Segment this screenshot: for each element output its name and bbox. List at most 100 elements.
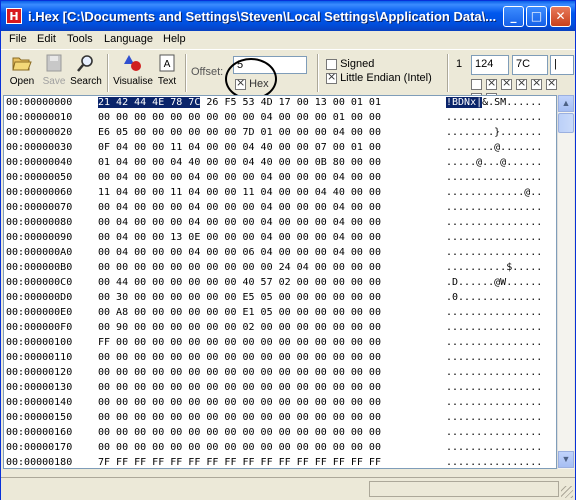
status-bar — [1, 477, 575, 500]
row-bytes[interactable]: 00 00 00 00 00 00 00 00 00 00 00 00 00 0… — [98, 367, 381, 378]
app-window: H i.Hex [C:\Documents and Settings\Steve… — [0, 0, 576, 500]
row-ascii[interactable]: .0.............. — [446, 292, 542, 303]
row-address: 00:000000F0 — [6, 322, 73, 333]
row-bytes[interactable]: FF 00 00 00 00 00 00 00 00 00 00 00 00 0… — [98, 337, 381, 348]
hex-view[interactable]: 00:00000000 21 42 44 4E 78 7C 26 F5 53 4D… — [3, 95, 557, 469]
row-bytes[interactable]: 00 00 00 00 00 00 00 00 00 00 00 00 00 0… — [98, 427, 381, 438]
row-ascii[interactable]: ................ — [446, 322, 542, 333]
row-ascii[interactable]: ................ — [446, 202, 542, 213]
row-bytes[interactable]: 00 04 00 00 13 0E 00 00 00 04 00 00 00 0… — [98, 232, 381, 243]
row-bytes[interactable]: 00 44 00 00 00 00 00 00 40 57 02 00 00 0… — [98, 277, 381, 288]
row-bytes[interactable]: 00 00 00 00 00 00 00 00 00 00 00 00 00 0… — [98, 412, 381, 423]
row-ascii[interactable]: .....@...@...... — [446, 157, 542, 168]
row-bytes[interactable]: 00 00 00 00 00 00 00 00 00 04 00 00 00 0… — [98, 112, 381, 123]
row-ascii[interactable]: ................ — [446, 247, 542, 258]
row-ascii[interactable]: ................ — [446, 412, 542, 423]
signed-checkbox-box[interactable] — [326, 58, 337, 70]
selected-bytes[interactable]: 21 42 44 4E 78 7C — [98, 97, 201, 108]
scroll-thumb[interactable] — [558, 113, 574, 133]
bit-checkbox-3[interactable] — [516, 76, 527, 90]
row-address: 00:000000D0 — [6, 292, 73, 303]
minimize-button[interactable]: _ — [503, 6, 524, 27]
bit-checkbox-1[interactable] — [486, 76, 497, 90]
row-ascii[interactable]: ................ — [446, 382, 542, 393]
row-ascii[interactable]: ................ — [446, 427, 542, 438]
menu-edit[interactable]: Edit — [37, 33, 56, 45]
row-bytes[interactable]: 00 00 00 00 00 00 00 00 00 00 00 00 00 0… — [98, 397, 381, 408]
menu-tools[interactable]: Tools — [67, 33, 93, 45]
row-ascii[interactable]: ..........$..... — [446, 262, 542, 273]
decimal-value-field[interactable]: 124 — [471, 55, 509, 75]
row-address: 00:00000040 — [6, 157, 73, 168]
row-bytes[interactable]: 00 04 00 00 00 04 00 00 06 04 00 00 00 0… — [98, 247, 381, 258]
hex-value-field[interactable]: 7C — [512, 55, 548, 75]
signed-label: Signed — [340, 58, 375, 70]
row-ascii[interactable]: ................ — [446, 307, 542, 318]
bit-checkbox-0[interactable] — [471, 79, 482, 90]
maximize-button[interactable]: □ — [526, 6, 547, 27]
menu-file[interactable]: File — [9, 33, 27, 45]
visualise-button[interactable]: Visualise — [113, 54, 153, 92]
row-bytes[interactable]: 7F FF FF FF FF FF FF FF FF FF FF FF FF F… — [98, 457, 381, 468]
row-ascii[interactable]: ................ — [446, 172, 542, 183]
row-bytes[interactable]: 00 04 00 00 00 04 00 00 00 04 00 00 00 0… — [98, 172, 381, 183]
title-bar[interactable]: H i.Hex [C:\Documents and Settings\Steve… — [1, 1, 575, 31]
row-ascii[interactable]: ................ — [446, 367, 542, 378]
signed-checkbox[interactable]: Signed — [326, 58, 374, 70]
app-icon[interactable]: H — [6, 8, 22, 24]
row-address: 00:00000090 — [6, 232, 73, 243]
save-button[interactable]: Save — [37, 54, 71, 92]
row-ascii[interactable]: ........}....... — [446, 127, 542, 138]
row-bytes[interactable]: 00 00 00 00 00 00 00 00 00 00 00 00 00 0… — [98, 442, 381, 453]
row-ascii[interactable]: !BDNx|&.SM...... — [446, 97, 542, 108]
row-ascii[interactable]: ................ — [446, 232, 542, 243]
bit-checkbox-5[interactable] — [546, 76, 557, 90]
scroll-down-button[interactable]: ▼ — [558, 451, 574, 468]
char-value-field[interactable]: | — [550, 55, 574, 75]
row-address: 00:00000150 — [6, 412, 73, 423]
row-bytes[interactable]: 0F 04 00 00 11 04 00 00 04 40 00 00 07 0… — [98, 142, 381, 153]
search-button[interactable]: Search — [69, 54, 103, 92]
row-ascii[interactable]: ................ — [446, 112, 542, 123]
row-bytes[interactable]: 00 A8 00 00 00 00 00 00 E1 05 00 00 00 0… — [98, 307, 381, 318]
row-address: 00:00000160 — [6, 427, 73, 438]
row-ascii[interactable]: ................ — [446, 352, 542, 363]
open-button[interactable]: Open — [5, 54, 39, 92]
row-bytes[interactable]: 00 04 00 00 00 04 00 00 00 04 00 00 00 0… — [98, 202, 381, 213]
menu-help[interactable]: Help — [163, 33, 186, 45]
bit-checkbox-2[interactable] — [501, 76, 512, 90]
bit-checkbox-4[interactable] — [531, 76, 542, 90]
row-bytes[interactable]: 00 00 00 00 00 00 00 00 00 00 24 04 00 0… — [98, 262, 381, 273]
row-bytes[interactable]: 00 30 00 00 00 00 00 00 E5 05 00 00 00 0… — [98, 292, 381, 303]
row-ascii[interactable]: ................ — [446, 457, 542, 468]
row-bytes[interactable]: 21 42 44 4E 78 7C 26 F5 53 4D 17 00 13 0… — [98, 97, 381, 108]
row-ascii[interactable]: ................ — [446, 442, 542, 453]
row-bytes[interactable]: 00 90 00 00 00 00 00 00 02 00 00 00 00 0… — [98, 322, 381, 333]
row-ascii[interactable]: ........@....... — [446, 142, 542, 153]
row-address: 00:00000070 — [6, 202, 73, 213]
row-ascii[interactable]: ................ — [446, 217, 542, 228]
row-ascii[interactable]: ................ — [446, 397, 542, 408]
annotation-circle — [225, 58, 277, 100]
vertical-scrollbar[interactable]: ▲ ▼ — [557, 95, 574, 469]
selected-ascii[interactable]: !BDNx| — [446, 97, 483, 108]
row-address: 00:000000B0 — [6, 262, 73, 273]
close-button[interactable]: ✕ — [550, 6, 571, 27]
row-bytes[interactable]: 00 00 00 00 00 00 00 00 00 00 00 00 00 0… — [98, 352, 381, 363]
menu-language[interactable]: Language — [104, 33, 153, 45]
row-bytes[interactable]: 01 04 00 00 04 40 00 00 04 40 00 00 0B 8… — [98, 157, 381, 168]
row-ascii[interactable]: .D......@W...... — [446, 277, 542, 288]
endian-checkbox[interactable]: Little Endian (Intel) — [326, 70, 432, 84]
resize-grip[interactable] — [561, 486, 573, 498]
text-button[interactable]: A Text — [153, 54, 181, 92]
row-ascii[interactable]: .............@.. — [446, 187, 542, 198]
row-address: 00:000000E0 — [6, 307, 73, 318]
open-label: Open — [9, 76, 35, 87]
row-bytes[interactable]: 00 00 00 00 00 00 00 00 00 00 00 00 00 0… — [98, 382, 381, 393]
row-bytes[interactable]: 00 04 00 00 00 04 00 00 00 04 00 00 00 0… — [98, 217, 381, 228]
endian-checkbox-box[interactable] — [326, 70, 337, 84]
row-bytes[interactable]: E6 05 00 00 00 00 00 00 7D 01 00 00 00 0… — [98, 127, 381, 138]
row-bytes[interactable]: 11 04 00 00 11 04 00 00 11 04 00 00 04 4… — [98, 187, 381, 198]
scroll-up-button[interactable]: ▲ — [558, 95, 574, 112]
row-ascii[interactable]: ................ — [446, 337, 542, 348]
